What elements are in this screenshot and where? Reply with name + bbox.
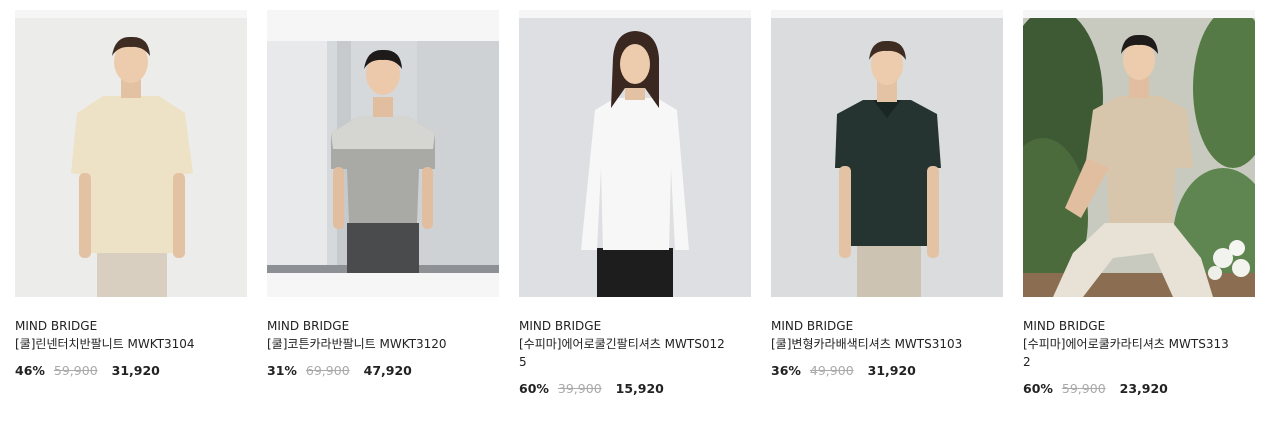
product-card[interactable]: MIND BRIDGE [쿨]린넨터치반팔니트 MWKT3104 46% 59,…	[15, 10, 247, 381]
product-brand[interactable]: MIND BRIDGE	[771, 317, 1003, 335]
product-price: 60% 39,900 15,920	[519, 379, 751, 399]
product-card[interactable]: MIND BRIDGE [쿨]변형카라배색티셔츠 MWTS3103 36% 49…	[771, 10, 1003, 381]
product-image[interactable]	[519, 10, 751, 297]
product-card[interactable]: MIND BRIDGE [쿨]코튼카라반팔니트 MWKT3120 31% 69,…	[267, 10, 499, 381]
original-price: 59,900	[53, 363, 98, 378]
original-price: 49,900	[809, 363, 854, 378]
product-price: 31% 69,900 47,920	[267, 361, 499, 381]
original-price: 69,900	[305, 363, 350, 378]
discount-rate: 46%	[15, 363, 45, 378]
product-image[interactable]	[1023, 10, 1255, 297]
product-image[interactable]	[15, 10, 247, 297]
product-brand[interactable]: MIND BRIDGE	[1023, 317, 1255, 335]
sale-price: 31,920	[111, 363, 160, 378]
product-name[interactable]: [쿨]린넨터치반팔니트 MWKT3104	[15, 335, 247, 353]
product-card[interactable]: MIND BRIDGE [수피마]에어로쿨카라티셔츠 MWTS3132 60% …	[1023, 10, 1255, 399]
product-name[interactable]: [쿨]변형카라배색티셔츠 MWTS3103	[771, 335, 1003, 353]
product-price: 46% 59,900 31,920	[15, 361, 247, 381]
product-name[interactable]: [쿨]코튼카라반팔니트 MWKT3120	[267, 335, 499, 353]
product-name[interactable]: [수피마]에어로쿨긴팔티셔츠 MWTS0125	[519, 335, 751, 371]
product-grid: MIND BRIDGE [쿨]린넨터치반팔니트 MWKT3104 46% 59,…	[15, 10, 1255, 430]
product-price: 36% 49,900 31,920	[771, 361, 1003, 381]
product-brand[interactable]: MIND BRIDGE	[267, 317, 499, 335]
product-price: 60% 59,900 23,920	[1023, 379, 1255, 399]
product-card[interactable]: MIND BRIDGE [수피마]에어로쿨긴팔티셔츠 MWTS0125 60% …	[519, 10, 751, 399]
product-image[interactable]	[267, 10, 499, 297]
sale-price: 23,920	[1119, 381, 1168, 396]
discount-rate: 31%	[267, 363, 297, 378]
discount-rate: 60%	[1023, 381, 1053, 396]
sale-price: 15,920	[615, 381, 664, 396]
product-brand[interactable]: MIND BRIDGE	[519, 317, 751, 335]
product-image[interactable]	[771, 10, 1003, 297]
product-brand[interactable]: MIND BRIDGE	[15, 317, 247, 335]
original-price: 59,900	[1061, 381, 1106, 396]
product-name[interactable]: [수피마]에어로쿨카라티셔츠 MWTS3132	[1023, 335, 1255, 371]
original-price: 39,900	[557, 381, 602, 396]
discount-rate: 60%	[519, 381, 549, 396]
sale-price: 31,920	[867, 363, 916, 378]
discount-rate: 36%	[771, 363, 801, 378]
sale-price: 47,920	[363, 363, 412, 378]
